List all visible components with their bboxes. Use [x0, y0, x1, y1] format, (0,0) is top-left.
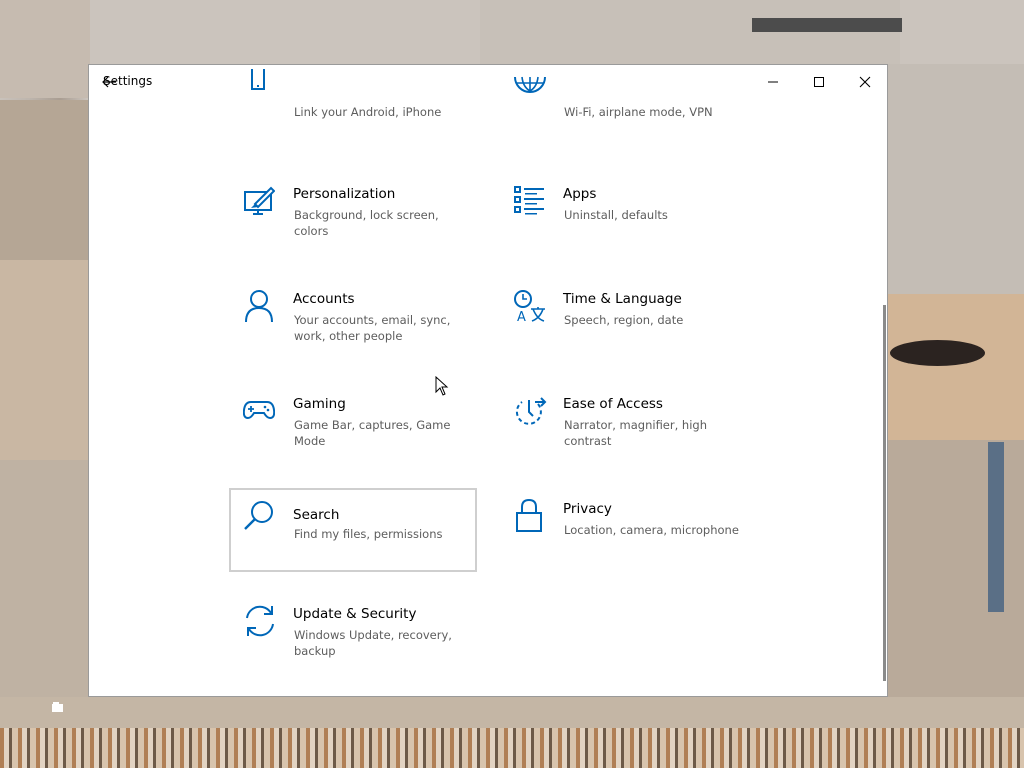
- personalization-icon: [243, 184, 276, 215]
- tile-description: Your accounts, email, sync, work, other …: [294, 313, 451, 343]
- tile-label: Update & Security: [293, 606, 417, 622]
- close-icon: [859, 73, 871, 92]
- tile-description: Background, lock screen, colors: [294, 208, 439, 238]
- tile-description: Location, camera, microphone: [564, 523, 739, 537]
- update-icon: [243, 604, 274, 637]
- desktop-wallpaper-block: [888, 294, 1024, 440]
- desktop-wallpaper-block: [988, 442, 1004, 612]
- tile-description: Uninstall, defaults: [564, 208, 668, 222]
- tile-description: Wi-Fi, airplane mode, VPN: [564, 105, 713, 119]
- settings-tile-accounts[interactable]: Accounts Your accounts, email, sync, wor…: [229, 283, 477, 367]
- desktop-wallpaper-block: [0, 100, 90, 260]
- settings-tile-search[interactable]: Search Find my files, permissions: [229, 488, 477, 572]
- settings-tile-apps[interactable]: Apps Uninstall, defaults: [499, 178, 747, 262]
- maximize-icon: [813, 73, 825, 92]
- tile-label: Accounts: [293, 291, 355, 307]
- desktop-wallpaper-block: [0, 728, 1024, 768]
- tile-description: Link your Android, iPhone: [294, 105, 442, 119]
- tile-description: Speech, region, date: [564, 313, 684, 327]
- desktop-wallpaper-block: [480, 0, 900, 64]
- svg-text:A: A: [517, 310, 526, 323]
- settings-tile-time-language[interactable]: A Time & Language Speech, region, date: [499, 283, 747, 367]
- settings-tile-ease-of-access[interactable]: Ease of Access Narrator, magnifier, high…: [499, 388, 747, 472]
- tile-description: Find my files, permissions: [294, 527, 443, 541]
- desktop-wallpaper-block: [0, 260, 90, 460]
- settings-window: Link your Android, iPhone Wi-Fi, airplan…: [88, 64, 888, 697]
- desktop-wallpaper-block: [888, 64, 1024, 294]
- tile-description: Narrator, magnifier, high contrast: [564, 418, 707, 448]
- search-icon: [243, 500, 273, 530]
- settings-content: Link your Android, iPhone Wi-Fi, airplan…: [89, 65, 887, 696]
- maximize-button[interactable]: [796, 65, 842, 99]
- window-title: Settings: [103, 74, 153, 88]
- gamepad-icon: [242, 394, 276, 424]
- desktop-wallpaper-block: [0, 460, 90, 700]
- tile-label: Privacy: [563, 501, 612, 517]
- settings-tile-update-security[interactable]: Update & Security Windows Update, recove…: [229, 598, 477, 682]
- mouse-cursor-icon: [435, 375, 449, 396]
- minimize-icon: [767, 73, 779, 92]
- desktop-tray-icon[interactable]: [52, 697, 64, 712]
- lock-icon: [513, 498, 543, 532]
- title-bar[interactable]: Settings: [89, 65, 887, 99]
- settings-tile-gaming[interactable]: Gaming Game Bar, captures, Game Mode: [229, 388, 477, 472]
- tile-label: Apps: [563, 186, 597, 202]
- tile-label: Search: [293, 507, 340, 523]
- tile-description: Game Bar, captures, Game Mode: [294, 418, 451, 448]
- desktop-wallpaper-block: [0, 0, 90, 98]
- minimize-button[interactable]: [750, 65, 796, 99]
- apps-icon: [513, 184, 544, 215]
- tile-label: Gaming: [293, 396, 346, 412]
- desktop-wallpaper-block: [890, 340, 985, 366]
- tile-label: Time & Language: [563, 291, 682, 307]
- ease-of-access-icon: [513, 394, 547, 425]
- tile-description: Windows Update, recovery, backup: [294, 628, 452, 658]
- time-language-icon: A: [513, 289, 545, 325]
- settings-tile-privacy[interactable]: Privacy Location, camera, microphone: [499, 493, 747, 577]
- tile-label: Ease of Access: [563, 396, 663, 412]
- scrollbar-thumb[interactable]: [883, 305, 886, 681]
- person-icon: [243, 289, 273, 323]
- close-button[interactable]: [842, 65, 887, 99]
- desktop-wallpaper-block: [752, 18, 902, 32]
- tile-label: Personalization: [293, 186, 396, 202]
- settings-tile-personalization[interactable]: Personalization Background, lock screen,…: [229, 178, 477, 262]
